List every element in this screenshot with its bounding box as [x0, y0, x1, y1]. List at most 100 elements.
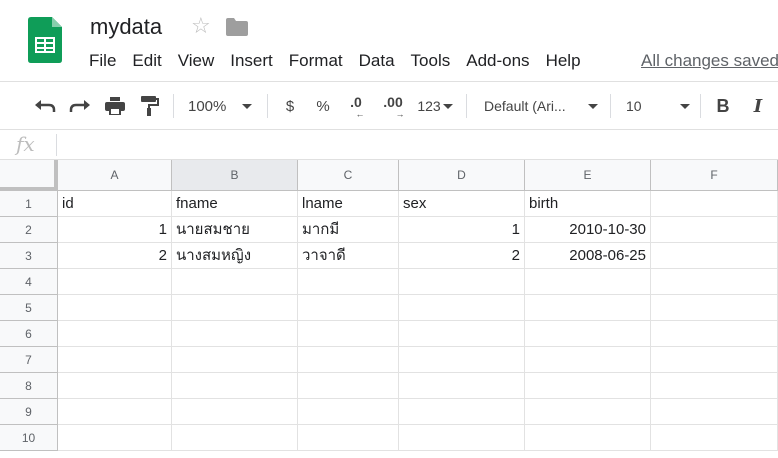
- menu-insert[interactable]: Insert: [222, 51, 281, 71]
- cell-a1[interactable]: id: [58, 191, 172, 217]
- cell-d10[interactable]: [399, 425, 525, 451]
- cell-f7[interactable]: [651, 347, 778, 373]
- cell-a7[interactable]: [58, 347, 172, 373]
- undo-icon[interactable]: [33, 94, 57, 118]
- percent-button[interactable]: %: [313, 94, 333, 118]
- zoom-select[interactable]: 100%: [188, 94, 260, 118]
- cell-d4[interactable]: [399, 269, 525, 295]
- cell-e4[interactable]: [525, 269, 651, 295]
- redo-icon[interactable]: [68, 94, 92, 118]
- cell-c9[interactable]: [298, 399, 399, 425]
- cell-d6[interactable]: [399, 321, 525, 347]
- cell-a8[interactable]: [58, 373, 172, 399]
- currency-button[interactable]: $: [280, 94, 300, 118]
- cell-b1[interactable]: fname: [172, 191, 298, 217]
- row-header-6[interactable]: 6: [0, 321, 58, 347]
- row-header-8[interactable]: 8: [0, 373, 58, 399]
- cell-e6[interactable]: [525, 321, 651, 347]
- decrease-decimal-button[interactable]: .0 ←: [345, 94, 367, 119]
- cell-d7[interactable]: [399, 347, 525, 373]
- row-header-2[interactable]: 2: [0, 217, 58, 243]
- cell-b10[interactable]: [172, 425, 298, 451]
- cell-b9[interactable]: [172, 399, 298, 425]
- cell-c6[interactable]: [298, 321, 399, 347]
- font-size-select[interactable]: 10: [626, 94, 690, 118]
- menu-file[interactable]: File: [81, 51, 124, 71]
- cell-e7[interactable]: [525, 347, 651, 373]
- menu-view[interactable]: View: [170, 51, 223, 71]
- cell-f4[interactable]: [651, 269, 778, 295]
- cell-d2[interactable]: 1: [399, 217, 525, 243]
- menu-tools[interactable]: Tools: [403, 51, 459, 71]
- cell-d9[interactable]: [399, 399, 525, 425]
- cell-b5[interactable]: [172, 295, 298, 321]
- cell-f9[interactable]: [651, 399, 778, 425]
- row-header-7[interactable]: 7: [0, 347, 58, 373]
- cell-c1[interactable]: lname: [298, 191, 399, 217]
- cell-c5[interactable]: [298, 295, 399, 321]
- print-icon[interactable]: [103, 94, 127, 118]
- row-header-1[interactable]: 1: [0, 191, 58, 217]
- cell-f10[interactable]: [651, 425, 778, 451]
- cell-f1[interactable]: [651, 191, 778, 217]
- save-status-link[interactable]: All changes saved: [641, 51, 778, 71]
- cell-e9[interactable]: [525, 399, 651, 425]
- cell-a4[interactable]: [58, 269, 172, 295]
- row-header-10[interactable]: 10: [0, 425, 58, 451]
- cell-e8[interactable]: [525, 373, 651, 399]
- row-header-3[interactable]: 3: [0, 243, 58, 269]
- cell-c2[interactable]: มากมี: [298, 217, 399, 243]
- cell-b6[interactable]: [172, 321, 298, 347]
- cell-b2[interactable]: นายสมชาย: [172, 217, 298, 243]
- more-formats-button[interactable]: 123: [414, 94, 456, 118]
- star-icon[interactable]: ☆: [191, 13, 211, 39]
- cell-d5[interactable]: [399, 295, 525, 321]
- cell-e2[interactable]: 2010-10-30: [525, 217, 651, 243]
- column-header-f[interactable]: F: [651, 160, 778, 191]
- cell-a6[interactable]: [58, 321, 172, 347]
- menu-edit[interactable]: Edit: [124, 51, 169, 71]
- cell-d8[interactable]: [399, 373, 525, 399]
- italic-button[interactable]: I: [748, 94, 768, 118]
- cell-f6[interactable]: [651, 321, 778, 347]
- cell-b4[interactable]: [172, 269, 298, 295]
- cell-e1[interactable]: birth: [525, 191, 651, 217]
- cell-f2[interactable]: [651, 217, 778, 243]
- sheets-logo-icon[interactable]: [28, 17, 62, 63]
- menu-format[interactable]: Format: [281, 51, 351, 71]
- row-header-4[interactable]: 4: [0, 269, 58, 295]
- cell-f8[interactable]: [651, 373, 778, 399]
- column-header-d[interactable]: D: [399, 160, 525, 191]
- cell-e5[interactable]: [525, 295, 651, 321]
- cell-a2[interactable]: 1: [58, 217, 172, 243]
- cell-e10[interactable]: [525, 425, 651, 451]
- menu-help[interactable]: Help: [538, 51, 589, 71]
- cell-d1[interactable]: sex: [399, 191, 525, 217]
- cell-d3[interactable]: 2: [399, 243, 525, 269]
- column-header-b[interactable]: B: [172, 160, 298, 191]
- cell-e3[interactable]: 2008-06-25: [525, 243, 651, 269]
- folder-icon[interactable]: [226, 18, 248, 36]
- column-header-e[interactable]: E: [525, 160, 651, 191]
- cell-f5[interactable]: [651, 295, 778, 321]
- cell-b8[interactable]: [172, 373, 298, 399]
- menu-data[interactable]: Data: [351, 51, 403, 71]
- cell-c4[interactable]: [298, 269, 399, 295]
- bold-button[interactable]: B: [713, 94, 733, 118]
- row-header-9[interactable]: 9: [0, 399, 58, 425]
- column-header-c[interactable]: C: [298, 160, 399, 191]
- cell-a10[interactable]: [58, 425, 172, 451]
- menu-add-ons[interactable]: Add-ons: [458, 51, 537, 71]
- cell-b7[interactable]: [172, 347, 298, 373]
- cell-f3[interactable]: [651, 243, 778, 269]
- increase-decimal-button[interactable]: .00 →: [380, 94, 406, 119]
- cell-b3[interactable]: นางสมหญิง: [172, 243, 298, 269]
- cell-c8[interactable]: [298, 373, 399, 399]
- row-header-5[interactable]: 5: [0, 295, 58, 321]
- select-all-corner[interactable]: [0, 160, 58, 191]
- cell-a5[interactable]: [58, 295, 172, 321]
- font-select[interactable]: Default (Ari...: [484, 94, 598, 118]
- column-header-a[interactable]: A: [58, 160, 172, 191]
- cell-c10[interactable]: [298, 425, 399, 451]
- cell-a9[interactable]: [58, 399, 172, 425]
